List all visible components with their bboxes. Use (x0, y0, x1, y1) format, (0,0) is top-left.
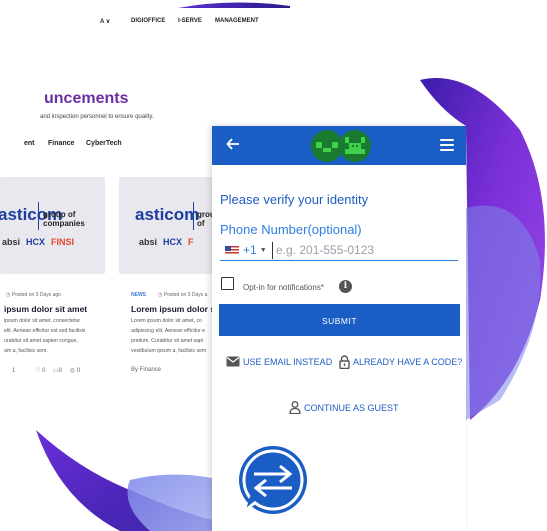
asticom-logo: asticom (135, 205, 200, 224)
site-section-heading: uncements (44, 90, 129, 107)
phone-number-field: +1 ▼ (220, 241, 458, 261)
brand-finsi: FINSI (51, 237, 75, 247)
app-logo-icon (311, 130, 371, 162)
like-icon[interactable]: ♡ (35, 368, 40, 374)
verify-title: Please verify your identity (220, 192, 369, 207)
phone-number-input[interactable] (276, 241, 452, 259)
brand-finsi: F (188, 237, 194, 247)
verification-widget: Please verify your identity Phone Number… (212, 126, 466, 531)
card-tag-news[interactable]: NEWS (131, 292, 146, 298)
views-icon: ◎ (69, 368, 76, 374)
card-stats: 1 ♡ 0 ▭0 ◎ 0 (12, 368, 81, 374)
card-excerpt: Lorem ipsum dolor sit amet, co adipiscin… (131, 318, 207, 354)
use-email-instead-link[interactable]: USE EMAIL INSTEAD (226, 356, 332, 367)
site-section-subheading: and inspection personnel to ensure quali… (40, 114, 154, 120)
optin-checkbox[interactable] (221, 277, 234, 290)
text-cursor (272, 242, 273, 259)
brand-hcx: HCX (26, 237, 46, 247)
logo-divider (193, 202, 194, 230)
logo-divider (38, 202, 39, 230)
country-code-select[interactable]: +1 ▼ (225, 243, 267, 257)
card-post-date: ◷ Posted on 3 Days ago (6, 292, 61, 298)
news-card-image[interactable]: asticom group of companies absi HCX FINSI (0, 177, 105, 274)
news-card-image[interactable]: asticom group of absi HCX F (119, 177, 224, 274)
card-excerpt: ipsum dolor sit amet, consectetur elit. … (4, 318, 86, 354)
card-author: By Finance (131, 367, 162, 373)
card-title[interactable]: ipsum dolor sit amet (4, 304, 87, 314)
group-of-companies-text: group of companies (43, 210, 85, 228)
us-flag-icon (225, 246, 239, 256)
site-tab-cybertech[interactable]: CyberTech (86, 140, 122, 147)
brand-logos: absi HCX FINSI (2, 237, 74, 247)
optin-label: Opt-in for notifications* (243, 283, 324, 292)
brand-logos: absi HCX F (139, 237, 194, 247)
back-button[interactable] (224, 137, 242, 155)
nav-item-digioffice[interactable]: DIGIOFFICE (131, 18, 165, 24)
widget-header (212, 126, 466, 165)
nav-item-partial[interactable]: A ∨ (100, 18, 110, 25)
already-have-code-link[interactable]: ALREADY HAVE A CODE? (339, 355, 462, 369)
padlock-icon (339, 355, 350, 369)
nav-item-management[interactable]: MANAGEMENT (215, 18, 259, 24)
brand-hcx: HCX (163, 237, 183, 247)
site-tab-partial[interactable]: ent (24, 140, 35, 147)
continue-as-guest-link[interactable]: CONTINUE AS GUEST (289, 401, 399, 414)
exchange-chat-logo-icon (239, 446, 307, 514)
hamburger-menu-icon[interactable] (440, 139, 454, 151)
envelope-icon (226, 356, 240, 367)
submit-button[interactable]: SUBMIT (219, 304, 460, 336)
arrow-left-icon (226, 138, 239, 150)
info-icon[interactable]: i (339, 280, 352, 293)
brand-absi: absi (2, 237, 21, 247)
dropdown-caret-icon: ▼ (259, 247, 267, 255)
person-icon (289, 401, 301, 414)
brand-absi: absi (139, 237, 158, 247)
card-post-date: ◷ Posted on 3 Days a (158, 292, 208, 298)
phone-number-label: Phone Number(optional) (220, 222, 362, 237)
nav-item-iserve[interactable]: I-SERVE (178, 18, 202, 24)
card-title[interactable]: Lorem ipsum dolor sit (131, 304, 220, 314)
site-tab-finance[interactable]: Finance (48, 140, 74, 147)
